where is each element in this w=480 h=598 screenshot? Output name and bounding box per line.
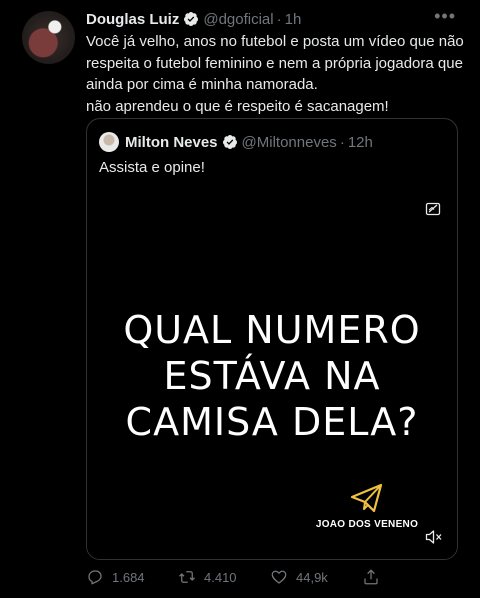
author-handle[interactable]: @dgoficial: [203, 11, 273, 28]
verified-badge-icon: [184, 12, 199, 26]
heart-icon: [271, 570, 287, 584]
video-player[interactable]: QUAL NUMERO ESTÁVA NA CAMISA DELA? JOAO …: [87, 187, 457, 559]
tweet-text: Você já velho, anos no futebol e posta u…: [86, 33, 464, 115]
reply-count: 1.684: [112, 569, 145, 585]
quoted-author-handle[interactable]: @Miltonneves: [242, 134, 337, 151]
tweet-header: Douglas Luiz @dgoficial · 1h: [86, 9, 301, 29]
ellipsis-icon[interactable]: •••: [434, 6, 456, 27]
quoted-tweet-text: Assista e opine!: [99, 159, 205, 176]
retweet-button[interactable]: 4.410: [178, 568, 270, 586]
quoted-author-name[interactable]: Milton Neves: [125, 134, 218, 151]
share-button[interactable]: [362, 568, 392, 586]
video-overlay-text: QUAL NUMERO ESTÁVA NA CAMISA DELA?: [87, 307, 457, 445]
like-count: 44,9k: [296, 569, 328, 585]
tweet-actions: 1.684 4.410 44,9k: [86, 566, 396, 588]
retweet-icon: [179, 571, 195, 583]
retweet-count: 4.410: [204, 569, 237, 585]
overlay-line: QUAL NUMERO: [123, 308, 421, 352]
quoted-tweet-header: Milton Neves @Miltonneves · 12h: [99, 132, 373, 152]
tweet-timestamp[interactable]: 1h: [285, 11, 302, 28]
quoted-tweet[interactable]: Milton Neves @Miltonneves · 12h Assista …: [86, 118, 458, 560]
quoted-tweet-timestamp[interactable]: 12h: [348, 134, 373, 151]
quoted-header-separator: ·: [339, 133, 345, 151]
channel-logo-text: JOAO DOS VENENO: [315, 519, 419, 530]
media-badge-icon[interactable]: [425, 201, 441, 217]
author-avatar[interactable]: [22, 11, 75, 64]
author-name[interactable]: Douglas Luiz: [86, 11, 179, 28]
share-icon: [364, 569, 378, 585]
like-button[interactable]: 44,9k: [270, 568, 362, 586]
verified-badge-icon: [222, 135, 237, 149]
reply-icon: [88, 570, 102, 585]
reply-button[interactable]: 1.684: [86, 568, 178, 586]
overlay-line: ESTÁVA NA: [163, 354, 381, 398]
header-separator: ·: [276, 10, 282, 28]
overlay-line: CAMISA DELA?: [125, 400, 419, 444]
quoted-author-avatar[interactable]: [99, 132, 119, 152]
channel-logo: JOAO DOS VENENO: [292, 483, 442, 530]
paper-plane-icon: [350, 483, 383, 513]
mute-icon[interactable]: [425, 529, 443, 545]
